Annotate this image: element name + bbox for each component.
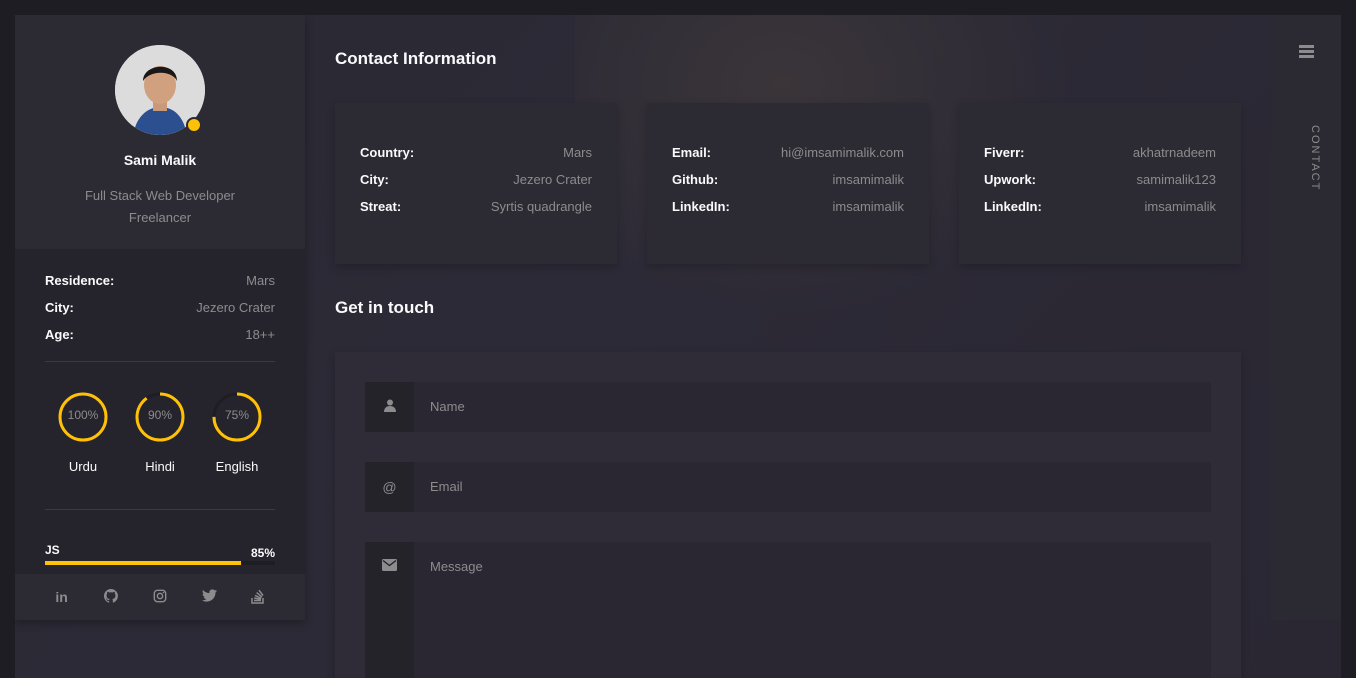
language-skills: 100% Urdu 90% Hindi 75% English [45, 391, 275, 474]
contact-row: Streat: Syrtis quadrangle [360, 199, 592, 226]
at-icon: @ [365, 462, 414, 512]
language-name: Urdu [68, 459, 98, 474]
name-field[interactable]: Name [365, 382, 1211, 432]
social-links: in [15, 574, 305, 620]
online-status-dot [186, 117, 202, 133]
language-name: English [215, 459, 259, 474]
language-progress-ring: 90% [134, 391, 186, 443]
language-percent: 100% [67, 408, 99, 422]
language-english: 75% English [199, 391, 275, 474]
contact-email-link[interactable]: hi@imsamimalik.com [781, 145, 904, 172]
email-input[interactable]: Email [414, 462, 463, 512]
contact-value: Syrtis quadrangle [490, 199, 592, 214]
language-progress-ring: 100% [57, 391, 109, 443]
message-field[interactable]: Message [365, 542, 1211, 678]
stackoverflow-icon[interactable] [248, 588, 268, 607]
current-section-label: CONTACT [1309, 125, 1321, 192]
profile-role-line: Full Stack Web Developer [84, 188, 236, 203]
contact-row: Email: hi@imsamimalik.com [672, 145, 904, 172]
contact-value: Mars [563, 145, 592, 160]
skill-bar-fill [45, 561, 241, 565]
contact-row: Country: Mars [360, 145, 592, 172]
info-label: Age: [45, 327, 74, 342]
info-value: Mars [246, 273, 275, 288]
contact-card-online: Email: hi@imsamimalik.com Github: imsami… [647, 103, 929, 264]
profile-role-line: Freelancer [128, 210, 192, 225]
avatar-wrapper [115, 45, 205, 135]
name-input[interactable]: Name [414, 382, 465, 432]
contact-label: Email: [672, 145, 712, 160]
contact-label: Upwork: [984, 172, 1036, 187]
contact-row: Fiverr: akhatrnadeem [984, 145, 1216, 172]
contact-label: Country: [360, 145, 415, 160]
contact-label: City: [360, 172, 389, 187]
skill-percent: 85% [250, 546, 275, 560]
main-content: Contact Information Country: Mars City: … [335, 15, 1241, 678]
profile-card: Sami Malik Full Stack Web Developer Free… [15, 15, 305, 249]
contact-label: LinkedIn: [984, 199, 1042, 214]
github-icon[interactable] [101, 588, 121, 606]
info-value: Jezero Crater [196, 300, 275, 315]
contact-row: City: Jezero Crater [360, 172, 592, 199]
contact-label: Fiverr: [984, 145, 1025, 160]
contact-upwork-link[interactable]: samimalik123 [1137, 172, 1216, 199]
info-row-residence: Residence: Mars [45, 273, 275, 300]
twitter-icon[interactable] [199, 589, 219, 605]
instagram-icon[interactable] [150, 589, 170, 606]
message-textarea[interactable]: Message [414, 542, 483, 678]
email-field[interactable]: @ Email [365, 462, 1211, 512]
app-frame: Sami Malik Full Stack Web Developer Free… [15, 15, 1341, 678]
contact-linkedin-link[interactable]: imsamimalik [1145, 199, 1217, 226]
contact-linkedin-link[interactable]: imsamimalik [833, 199, 905, 226]
contact-form: Name @ Email Message [335, 352, 1241, 678]
contact-label: Github: [672, 172, 719, 187]
hamburger-icon[interactable] [1299, 45, 1314, 60]
divider [45, 509, 275, 510]
language-progress-ring: 75% [211, 391, 263, 443]
contact-value: Jezero Crater [513, 172, 592, 187]
profile-role: Full Stack Web Developer Freelancer [15, 185, 305, 229]
contact-cards: Country: Mars City: Jezero Crater Streat… [335, 103, 1241, 264]
info-row-age: Age: 18++ [45, 327, 275, 354]
language-percent: 90% [147, 408, 173, 422]
skill-header: JS 85% [45, 543, 275, 560]
language-urdu: 100% Urdu [45, 391, 121, 474]
profile-name: Sami Malik [123, 152, 197, 168]
contact-fiverr-link[interactable]: akhatrnadeem [1133, 145, 1216, 172]
profile-sidebar: Sami Malik Full Stack Web Developer Free… [15, 15, 305, 620]
info-row-city: City: Jezero Crater [45, 300, 275, 327]
skill-name: JS [45, 543, 60, 557]
language-name: Hindi [145, 459, 175, 474]
language-hindi: 90% Hindi [122, 391, 198, 474]
info-label: City: [45, 300, 74, 315]
skill-bar-track [45, 561, 275, 565]
info-label: Residence: [45, 273, 115, 288]
get-in-touch-title: Get in touch [335, 298, 435, 317]
contact-label: LinkedIn: [672, 199, 730, 214]
contact-card-freelance: Fiverr: akhatrnadeem Upwork: samimalik12… [959, 103, 1241, 264]
contact-row: LinkedIn: imsamimalik [672, 199, 904, 226]
divider [45, 361, 275, 362]
contact-row: Github: imsamimalik [672, 172, 904, 199]
contact-row: LinkedIn: imsamimalik [984, 199, 1216, 226]
envelope-icon [365, 542, 414, 678]
skill-js: JS 85% [45, 543, 275, 565]
contact-card-location: Country: Mars City: Jezero Crater Streat… [335, 103, 617, 264]
contact-row: Upwork: samimalik123 [984, 172, 1216, 199]
language-percent: 75% [224, 408, 250, 422]
contact-label: Streat: [360, 199, 402, 214]
linkedin-icon[interactable]: in [52, 589, 72, 605]
info-value: 18++ [245, 327, 275, 342]
contact-info-title: Contact Information [335, 49, 497, 68]
personal-info-list: Residence: Mars City: Jezero Crater Age:… [45, 273, 275, 354]
right-nav: CONTACT [1271, 15, 1341, 620]
contact-github-link[interactable]: imsamimalik [833, 172, 905, 199]
user-icon [365, 382, 414, 432]
